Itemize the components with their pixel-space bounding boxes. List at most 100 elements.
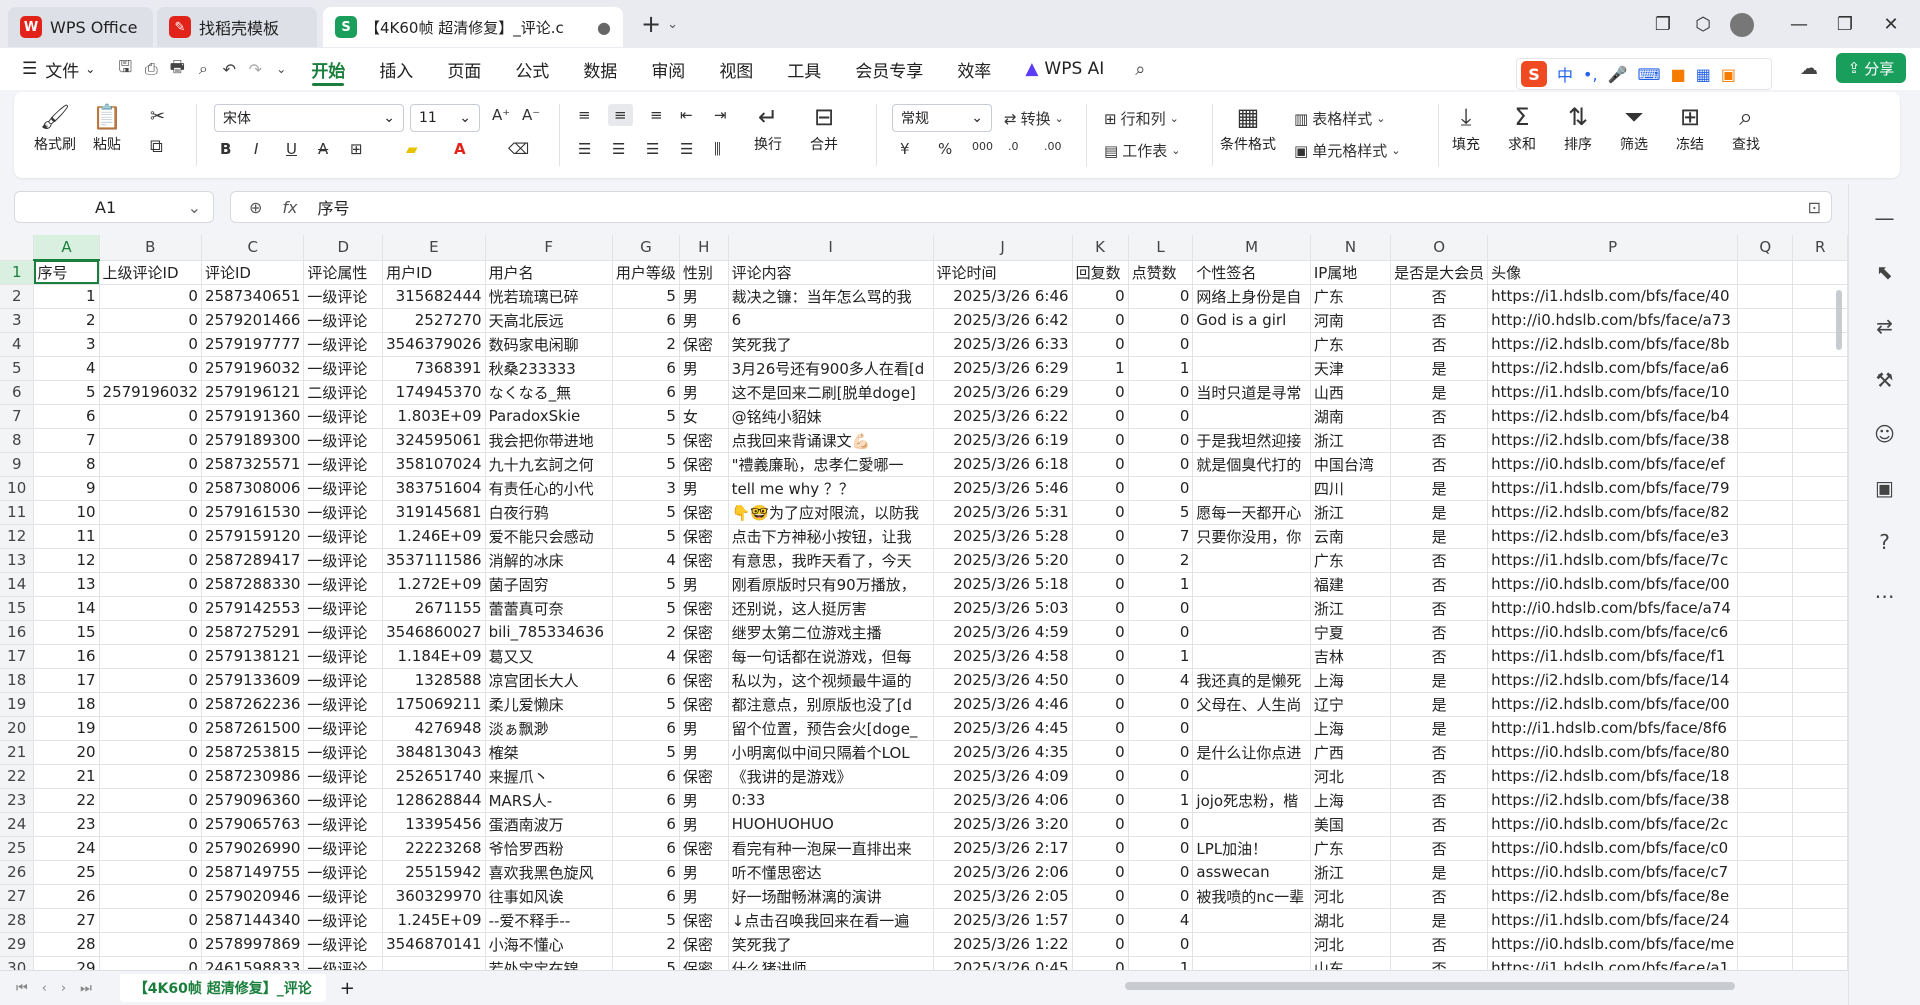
cell[interactable]: 2025/3/26 5:18	[933, 572, 1073, 597]
cell[interactable]: 用户等级	[612, 260, 680, 285]
cell[interactable]: 4	[1128, 668, 1194, 693]
cell[interactable]: 2579026990	[201, 836, 305, 861]
cell[interactable]: 网络上身份是自	[1192, 284, 1311, 309]
cell[interactable]: 6	[612, 812, 680, 837]
cell[interactable]: 2579159120	[201, 524, 305, 549]
cell[interactable]: @铭纯小貂妹	[728, 404, 934, 429]
cell[interactable]	[1792, 692, 1848, 717]
cell[interactable]	[1192, 812, 1311, 837]
cell[interactable]: 24	[33, 836, 100, 861]
cell[interactable]: 0	[99, 476, 202, 501]
cell[interactable]	[1737, 572, 1794, 597]
italic-icon[interactable]: I	[254, 140, 258, 158]
tab-document[interactable]: S 【4K60帧 超清修复】_评论.c ●	[323, 7, 623, 47]
cell[interactable]: 否	[1390, 620, 1489, 645]
cell[interactable]: 2579191360	[201, 404, 305, 429]
convert-button[interactable]: ⇄ 转换 ⌄	[1004, 108, 1064, 129]
row-header[interactable]: 27	[0, 884, 35, 909]
cell[interactable]: 0	[1072, 908, 1129, 933]
cell[interactable]: 1	[33, 284, 100, 309]
cell[interactable]: 上海	[1310, 788, 1392, 813]
prev-sheet-icon[interactable]: ‹	[42, 981, 47, 996]
cell[interactable]: 360329970	[382, 884, 486, 909]
cell[interactable]: 男	[679, 356, 729, 381]
cell[interactable]: 1.803E+09	[382, 404, 486, 429]
cell[interactable]: 看完有种一泡屎一直排出来	[728, 836, 934, 861]
cell[interactable]	[1792, 644, 1848, 669]
more-chevron-icon[interactable]: ⌄	[268, 56, 294, 82]
cell[interactable]: 是否是大会员	[1390, 260, 1489, 285]
window-mode-icon[interactable]: ❐	[1648, 10, 1678, 38]
cell[interactable]: 2025/3/26 2:17	[933, 836, 1073, 861]
cell[interactable]: MARS人-	[485, 788, 613, 813]
cell[interactable]: 否	[1390, 332, 1489, 357]
row-header[interactable]: 28	[0, 908, 35, 933]
cell[interactable]: 6	[612, 380, 680, 405]
cell[interactable]: 愿每一天都开心	[1192, 500, 1311, 525]
cell[interactable]	[1737, 284, 1794, 309]
cell[interactable]: 13	[33, 572, 100, 597]
cell[interactable]	[1737, 332, 1794, 357]
cell[interactable]: 一级评论	[303, 452, 384, 477]
cell[interactable]: https://i1.hdslb.com/bfs/face/7c	[1487, 548, 1739, 573]
find-button[interactable]: ⌕ 查找	[1732, 100, 1760, 154]
cell[interactable]: 是	[1390, 908, 1489, 933]
cell[interactable]: 辽宁	[1310, 692, 1392, 717]
cell[interactable]: 一级评论	[303, 332, 384, 357]
cell[interactable]: 保密	[679, 692, 729, 717]
cell[interactable]: 14	[33, 596, 100, 621]
cell[interactable]: 云南	[1310, 524, 1392, 549]
cell[interactable]: 继罗太第二位游戏主播	[728, 620, 934, 645]
row-header[interactable]: 6	[0, 380, 35, 405]
cell[interactable]: 蕾蕾真可奈	[485, 596, 613, 621]
cell[interactable]: 0	[1128, 332, 1194, 357]
copy-icon[interactable]: ⧉	[150, 136, 163, 157]
cell[interactable]: 0	[1072, 740, 1129, 765]
cell[interactable]: 23	[33, 812, 100, 837]
cell[interactable]: 河北	[1310, 932, 1392, 957]
cell[interactable]: 恍若琉璃已碎	[485, 284, 613, 309]
cell[interactable]: 0	[99, 668, 202, 693]
cell[interactable]	[1792, 596, 1848, 621]
cell[interactable]: 被我喷的nc一辈	[1192, 884, 1311, 909]
row-header[interactable]: 19	[0, 692, 35, 717]
cell[interactable]: 序号	[33, 260, 100, 285]
new-tab-icon[interactable]: +	[641, 10, 661, 38]
thousands-icon[interactable]: 000	[972, 140, 993, 153]
align-left-icon[interactable]: ☰	[578, 140, 591, 158]
cell[interactable]: 于是我坦然迎接	[1192, 428, 1311, 453]
cell[interactable]	[1792, 260, 1848, 285]
cell[interactable]: 26	[33, 884, 100, 909]
cell[interactable]	[1792, 452, 1848, 477]
cell[interactable]: 保密	[679, 668, 729, 693]
cell[interactable]: 6	[612, 788, 680, 813]
cell[interactable]: 2587144340	[201, 908, 305, 933]
cell[interactable]: 广东	[1310, 836, 1392, 861]
cell[interactable]: 7	[33, 428, 100, 453]
cell[interactable]: 1	[1072, 356, 1129, 381]
cell[interactable]: 7	[1128, 524, 1194, 549]
cell[interactable]: https://i1.hdslb.com/bfs/face/40	[1487, 284, 1739, 309]
cell[interactable]: 2587230986	[201, 764, 305, 789]
cell[interactable]: 父母在、人生尚	[1192, 692, 1311, 717]
cell[interactable]: 0	[1128, 932, 1194, 957]
cell[interactable]: 保密	[679, 548, 729, 573]
cell[interactable]: 点我回来背诵课文💪🏻	[728, 428, 934, 453]
cell[interactable]: 《我讲的是游戏》	[728, 764, 934, 789]
row-header[interactable]: 23	[0, 788, 35, 813]
underline-icon[interactable]: U	[286, 140, 297, 158]
cell[interactable]: 2579133609	[201, 668, 305, 693]
skin-icon[interactable]: ■	[1671, 65, 1686, 84]
cell[interactable]: 葛又又	[485, 644, 613, 669]
cell[interactable]: 2025/3/26 6:22	[933, 404, 1073, 429]
align-bottom-icon[interactable]: ≡	[650, 106, 663, 124]
cell[interactable]: 5	[612, 428, 680, 453]
vertical-scrollbar[interactable]	[1836, 290, 1842, 350]
cell[interactable]: 0	[99, 740, 202, 765]
cell[interactable]: 榷桀	[485, 740, 613, 765]
cell[interactable]: 5	[612, 524, 680, 549]
cell[interactable]: https://i2.hdslb.com/bfs/face/a6	[1487, 356, 1739, 381]
cell[interactable]: 河南	[1310, 308, 1392, 333]
cell[interactable]: 2025/3/26 4:59	[933, 620, 1073, 645]
menu-insert[interactable]: 插入	[362, 48, 430, 90]
